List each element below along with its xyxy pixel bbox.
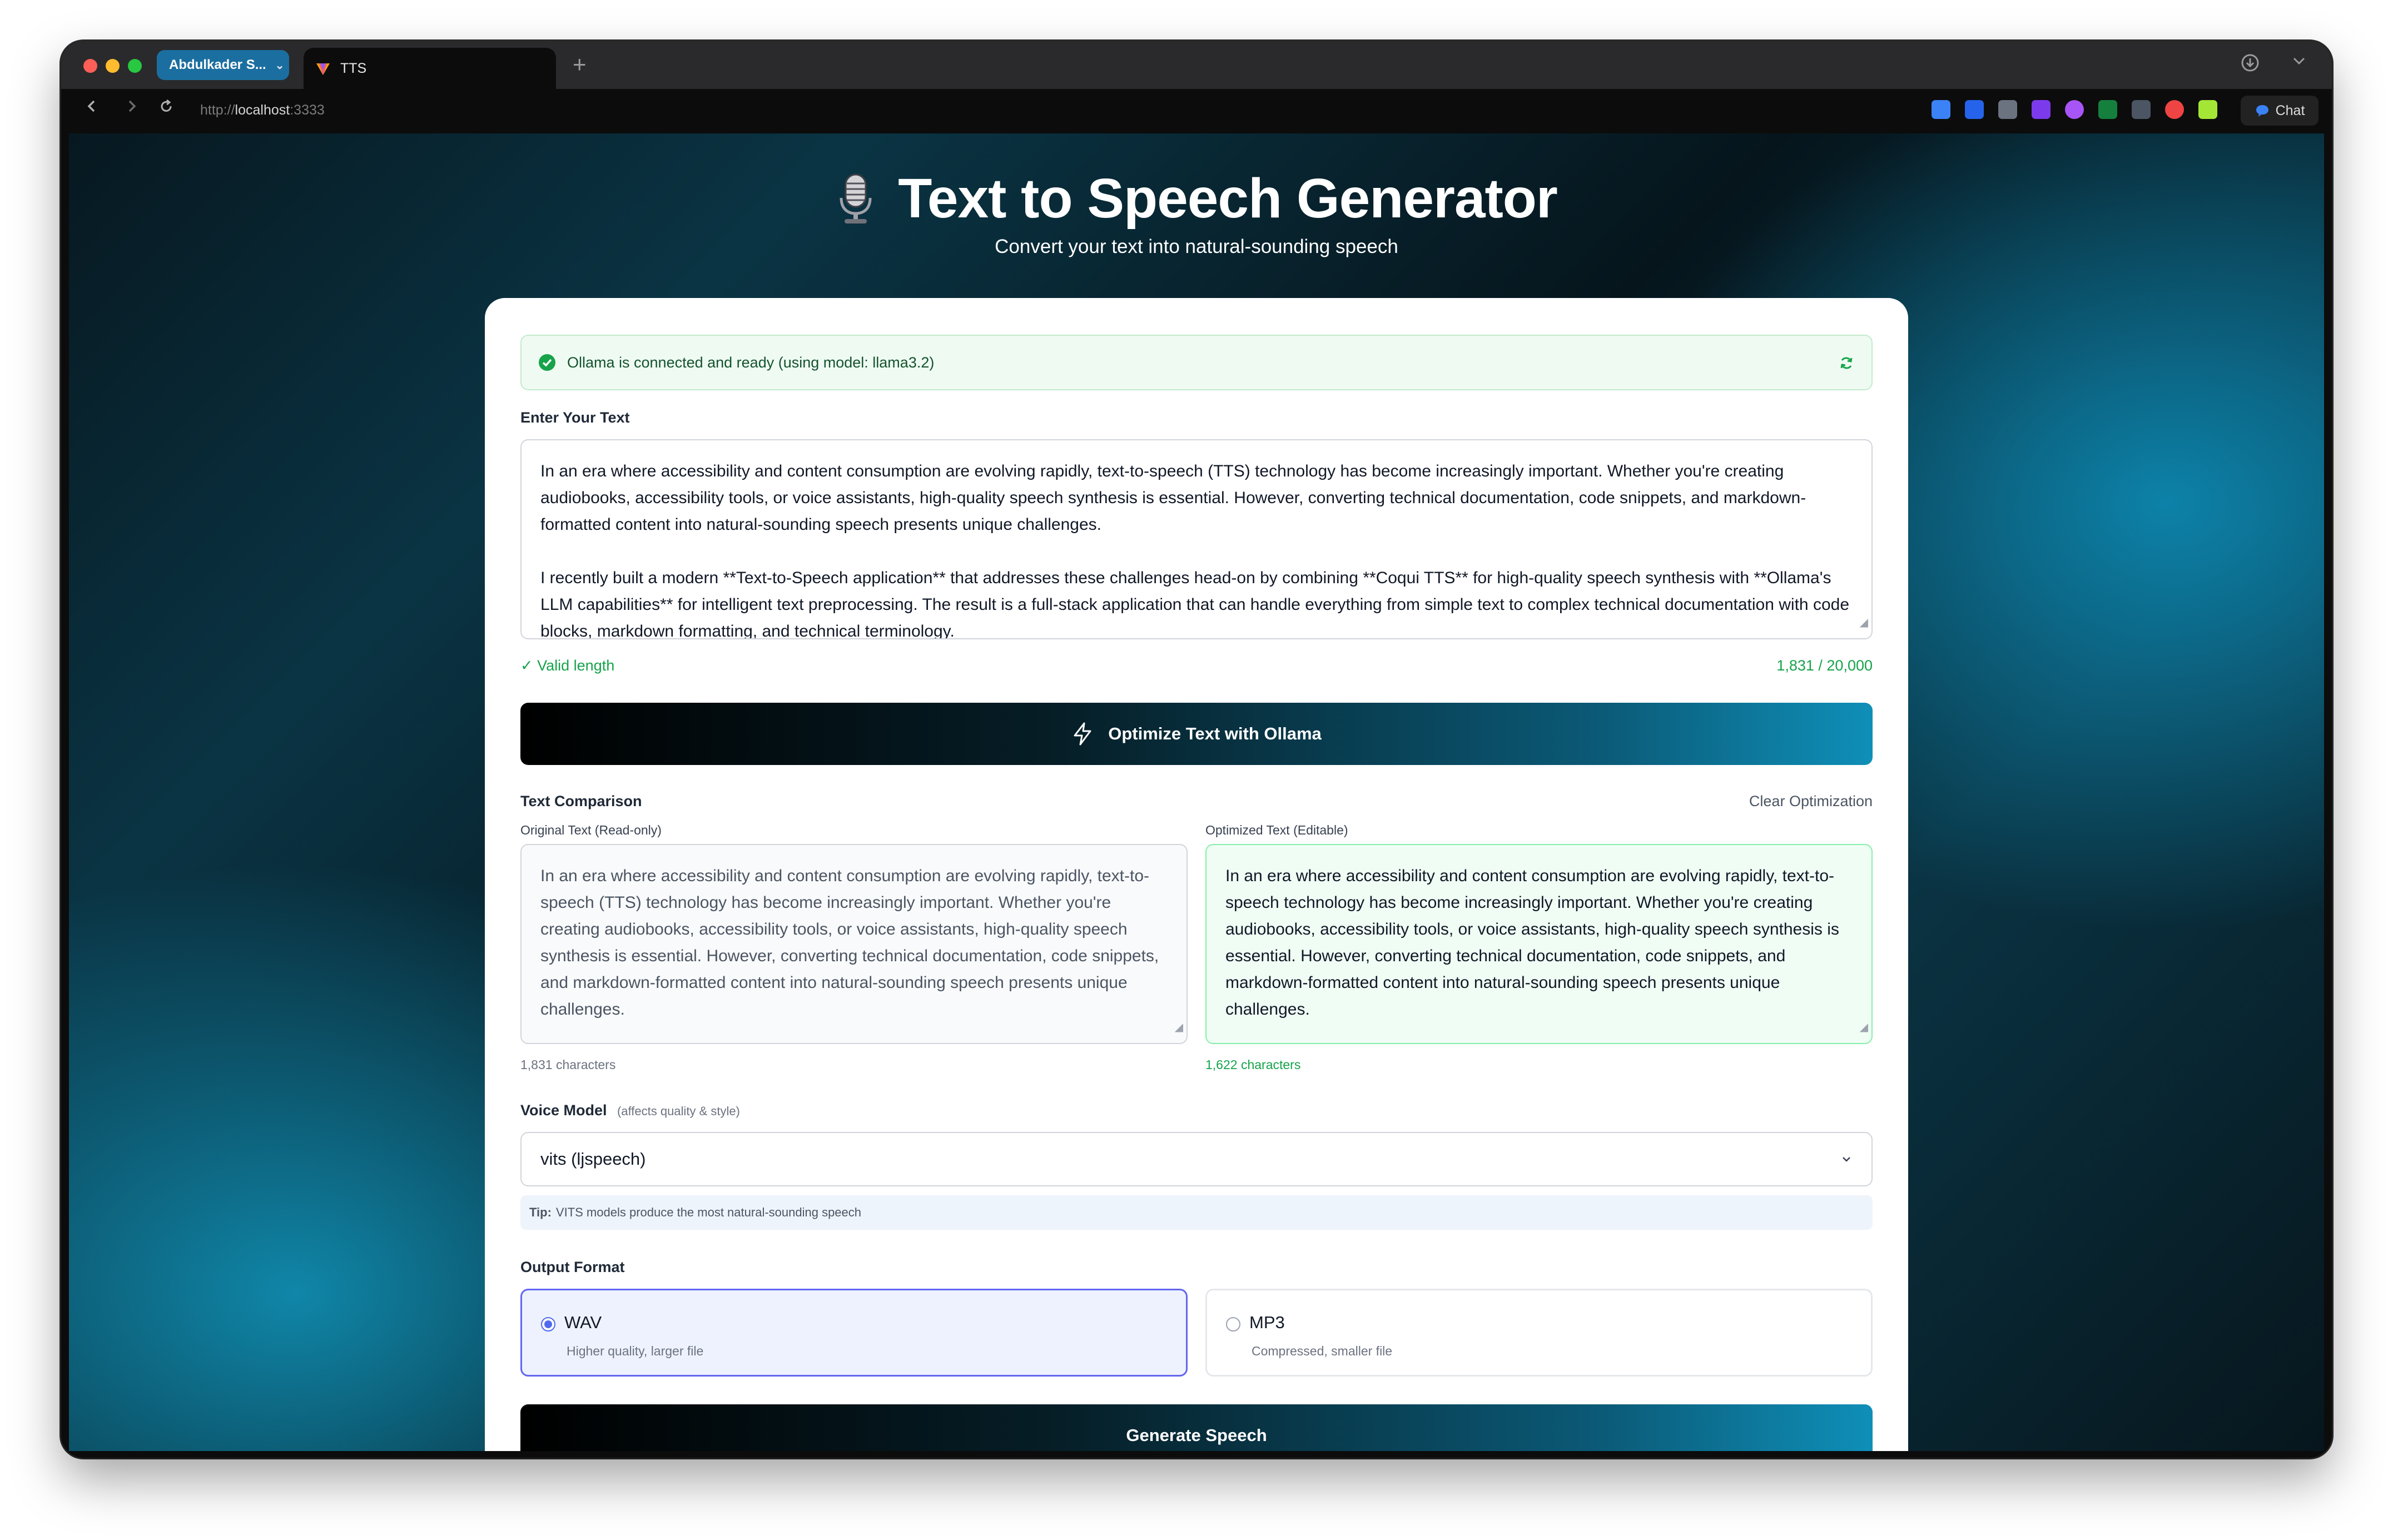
extension-8-icon[interactable] xyxy=(2165,100,2184,119)
voice-model-label: Voice Model xyxy=(520,1102,607,1119)
zoom-window-button[interactable] xyxy=(128,59,142,73)
check-circle-icon xyxy=(539,354,555,371)
main-card: Ollama is connected and ready (using mod… xyxy=(485,298,1908,1451)
close-window-button[interactable] xyxy=(83,59,97,73)
url-host: localhost xyxy=(235,102,290,118)
extension-1-icon[interactable] xyxy=(1932,100,1950,119)
page-title-text: Text to Speech Generator xyxy=(898,167,1558,230)
mp3-radio[interactable] xyxy=(1226,1317,1240,1332)
download-icon[interactable] xyxy=(2241,53,2260,77)
validity-indicator: ✓ Valid length xyxy=(520,657,615,674)
voice-model-selected: vits (ljspeech) xyxy=(540,1149,646,1169)
tab-group-label: Abdulkader S... xyxy=(169,57,266,72)
original-char-count: 1,831 characters xyxy=(520,1057,616,1072)
tts-favicon-icon xyxy=(316,63,330,75)
tab-title: TTS xyxy=(340,60,367,76)
address-bar: http://localhost:3333 Chat xyxy=(61,89,2332,133)
text-input-label: Enter Your Text xyxy=(520,409,630,426)
extension-9-icon[interactable] xyxy=(2198,100,2217,119)
voice-model-select[interactable]: vits (ljspeech) xyxy=(520,1132,1873,1186)
optimize-button-label: Optimize Text with Ollama xyxy=(1108,724,1322,743)
wav-title: WAV xyxy=(564,1313,602,1332)
voice-model-hint: (affects quality & style) xyxy=(617,1104,740,1118)
resize-handle-icon[interactable]: ◢ xyxy=(1175,1014,1183,1041)
back-icon[interactable] xyxy=(82,97,101,121)
forward-icon[interactable] xyxy=(122,97,141,121)
clear-optimization-link[interactable]: Clear Optimization xyxy=(1749,793,1873,810)
resize-handle-icon[interactable]: ◢ xyxy=(1860,609,1868,636)
tab-bar: Abdulkader S... ⌄ TTS + xyxy=(61,41,2332,89)
comparison-title: Text Comparison xyxy=(520,793,642,809)
url-port: :3333 xyxy=(290,102,325,118)
generate-button-label: Generate Speech xyxy=(1126,1425,1267,1445)
tab-tts[interactable]: TTS xyxy=(304,48,556,89)
new-tab-icon[interactable]: + xyxy=(573,51,587,78)
extension-2-icon[interactable] xyxy=(1965,100,1984,119)
chat-label: Chat xyxy=(2275,102,2305,118)
format-option-wav[interactable]: WAV Higher quality, larger file xyxy=(520,1289,1188,1377)
resize-handle-icon[interactable]: ◢ xyxy=(1860,1014,1868,1041)
extension-7-icon[interactable] xyxy=(2132,100,2151,119)
optimized-text-label: Optimized Text (Editable) xyxy=(1205,823,1348,837)
url-scheme: http:// xyxy=(200,102,235,118)
mp3-desc: Compressed, smaller file xyxy=(1252,1344,1393,1358)
optimized-text-area[interactable]: In an era where accessibility and conten… xyxy=(1205,844,1873,1044)
original-text-content: In an era where accessibility and conten… xyxy=(540,867,1159,1019)
chat-button[interactable]: Chat xyxy=(2241,96,2318,126)
tip-text: VITS models produce the most natural-sou… xyxy=(555,1205,862,1219)
character-counter: 1,831 / 20,000 xyxy=(1776,657,1873,674)
extension-4-icon[interactable] xyxy=(2032,100,2051,119)
chat-bubble-icon xyxy=(2256,105,2268,117)
text-input-area[interactable]: In an era where accessibility and conten… xyxy=(520,439,1873,639)
optimize-button[interactable]: Optimize Text with Ollama xyxy=(520,703,1873,765)
optimized-char-count: 1,622 characters xyxy=(1205,1057,1301,1072)
original-text-label: Original Text (Read-only) xyxy=(520,823,662,837)
url-field[interactable]: http://localhost:3333 xyxy=(200,102,325,118)
camera-extension-icon[interactable] xyxy=(1998,100,2017,119)
voice-tip: Tip: VITS models produce the most natura… xyxy=(520,1195,1873,1230)
browser-window: Abdulkader S... ⌄ TTS + http://localhost… xyxy=(61,41,2332,1458)
voice-model-label-row: Voice Model (affects quality & style) xyxy=(520,1102,740,1119)
format-option-mp3[interactable]: MP3 Compressed, smaller file xyxy=(1205,1289,1873,1377)
lightning-icon xyxy=(1074,722,1091,746)
tab-group-chip[interactable]: Abdulkader S... ⌄ xyxy=(157,50,289,80)
generate-speech-button[interactable]: Generate Speech xyxy=(520,1404,1873,1451)
wav-desc: Higher quality, larger file xyxy=(567,1344,704,1358)
page-content: Text to Speech Generator Convert your te… xyxy=(69,133,2324,1451)
refresh-icon[interactable] xyxy=(1838,355,1855,371)
connection-status-banner: Ollama is connected and ready (using mod… xyxy=(520,335,1873,390)
extension-5-icon[interactable] xyxy=(2065,100,2084,119)
text-input-paragraph: I recently built a modern **Text-to-Spee… xyxy=(540,569,1850,639)
text-input-paragraph: In an era where accessibility and conten… xyxy=(540,462,1806,534)
page-subtitle: Convert your text into natural-sounding … xyxy=(995,236,1398,257)
mp3-title: MP3 xyxy=(1249,1313,1285,1332)
page-title: Text to Speech Generator xyxy=(69,167,2324,231)
minimize-window-button[interactable] xyxy=(106,59,120,73)
tab-list-chevron-icon[interactable] xyxy=(2291,52,2307,74)
original-text-area: In an era where accessibility and conten… xyxy=(520,844,1188,1044)
microphone-icon xyxy=(840,173,872,223)
output-format-label: Output Format xyxy=(520,1259,625,1275)
extension-6-icon[interactable] xyxy=(2098,100,2117,119)
chevron-down-icon: ⌄ xyxy=(275,59,285,72)
chevron-down-icon xyxy=(1843,1157,1850,1162)
tip-label: Tip: xyxy=(529,1205,552,1219)
connection-status-text: Ollama is connected and ready (using mod… xyxy=(567,354,935,371)
wav-radio[interactable] xyxy=(541,1317,555,1332)
optimized-text-content: In an era where accessibility and conten… xyxy=(1225,867,1839,1019)
reload-icon[interactable] xyxy=(157,97,176,121)
